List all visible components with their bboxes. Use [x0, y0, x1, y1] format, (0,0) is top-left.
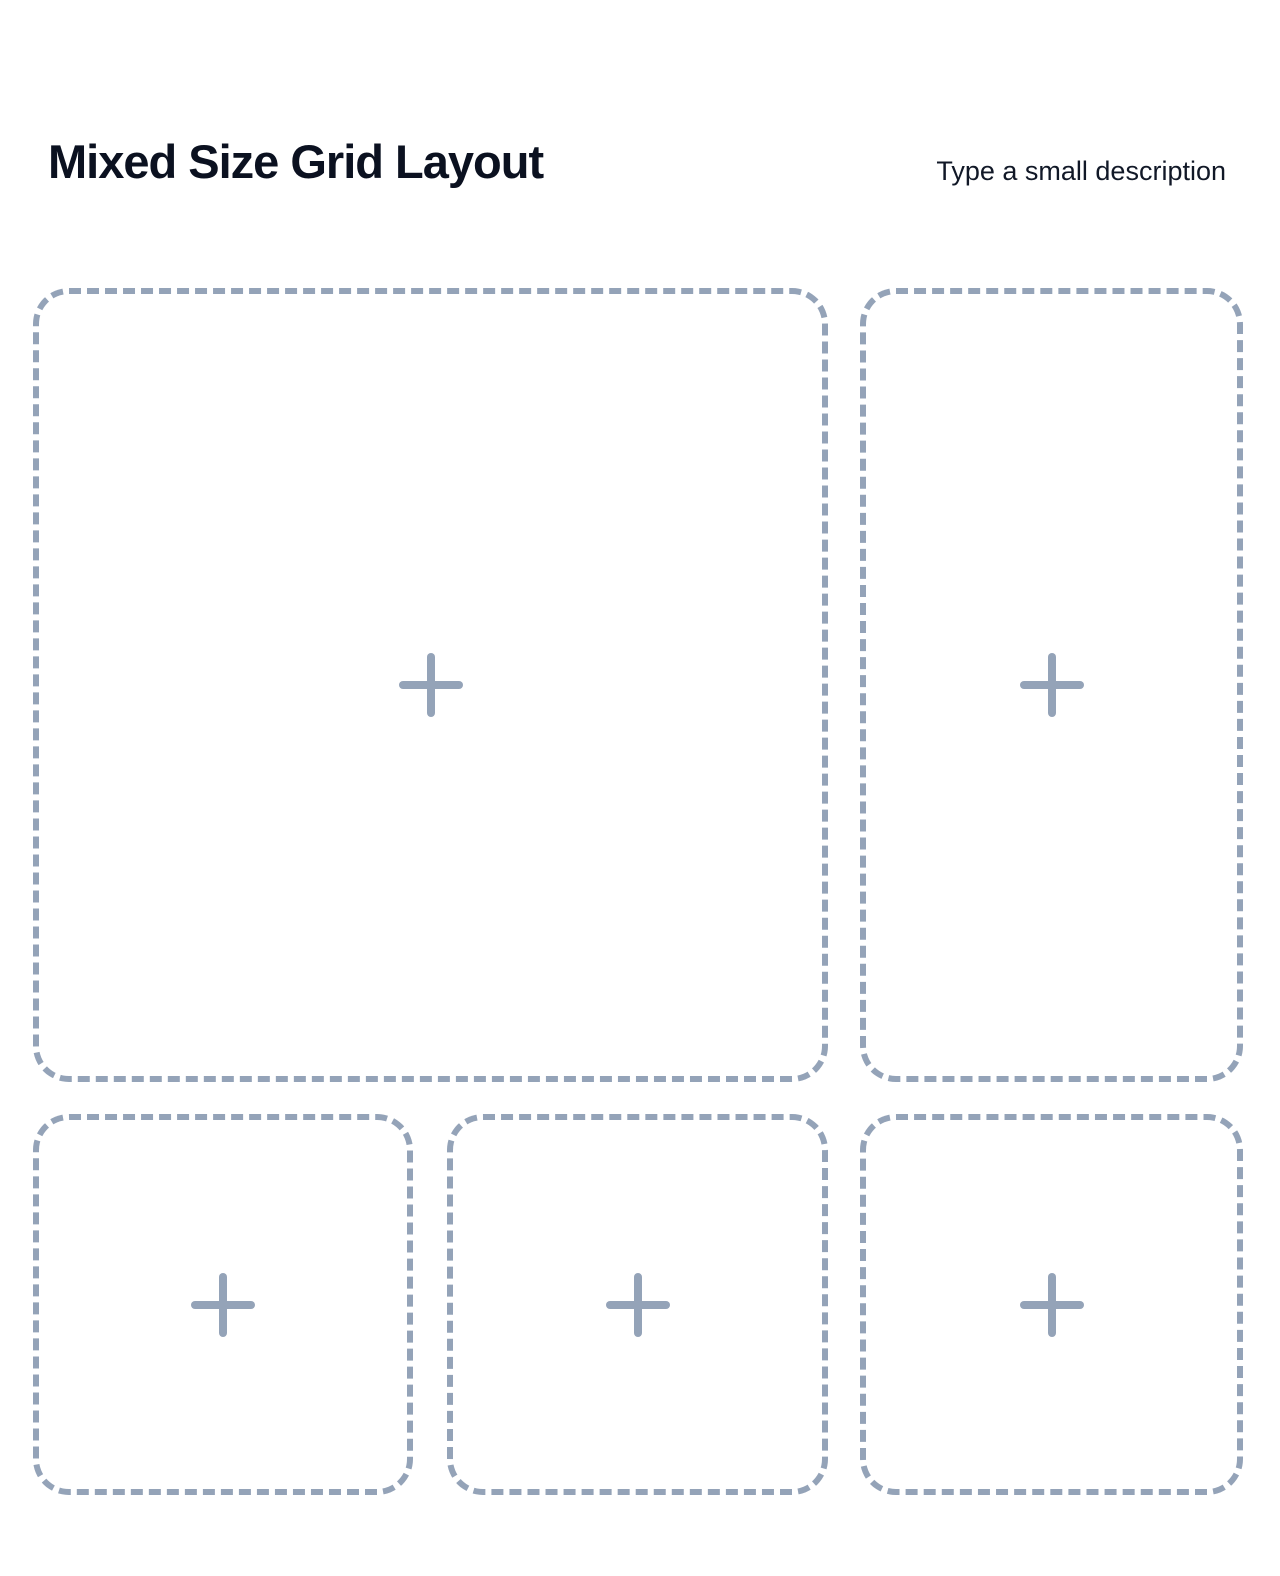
add-item-slot-small[interactable]	[33, 1114, 413, 1495]
plus-icon	[605, 1272, 670, 1337]
plus-icon	[1019, 1272, 1084, 1337]
add-item-slot-small[interactable]	[860, 1114, 1243, 1495]
page-title: Mixed Size Grid Layout	[48, 135, 544, 188]
page-description[interactable]: Type a small description	[936, 156, 1226, 187]
plus-icon	[1019, 653, 1084, 717]
add-item-slot-small[interactable]	[447, 1114, 828, 1495]
plus-icon	[191, 1272, 255, 1337]
add-item-slot-tall[interactable]	[860, 288, 1243, 1082]
page-header: Mixed Size Grid Layout Type a small desc…	[48, 130, 1226, 194]
plus-icon	[398, 653, 463, 717]
add-item-slot-large[interactable]	[33, 288, 828, 1082]
